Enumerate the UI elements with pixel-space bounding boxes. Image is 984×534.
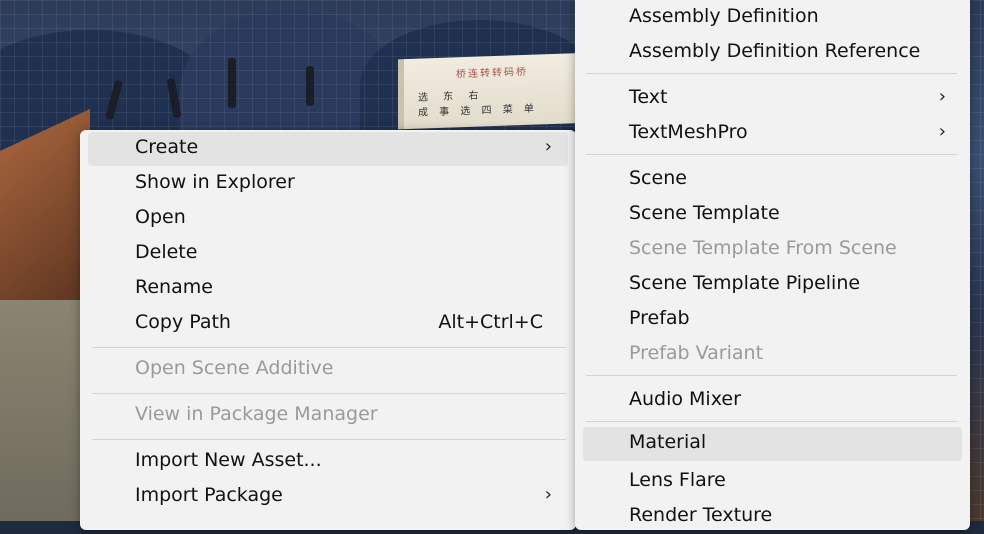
- menu-item-render-texture[interactable]: Render Texture: [583, 500, 962, 534]
- menu-item-view-in-package-manager: View in Package Manager: [88, 399, 568, 433]
- menu-item-assembly-definition-reference[interactable]: Assembly Definition Reference: [583, 36, 962, 70]
- menu-item-label: Material: [629, 431, 707, 453]
- menu-item-label: Assembly Definition Reference: [629, 40, 921, 62]
- menu-item-scene[interactable]: Scene: [583, 163, 962, 197]
- menu-item-label: Rename: [135, 276, 213, 298]
- menu-item-open-scene-additive: Open Scene Additive: [88, 353, 568, 387]
- menu-item-text[interactable]: Text ›: [583, 82, 962, 116]
- menu-item-label: Assembly Definition: [629, 5, 819, 27]
- separator: [92, 393, 566, 394]
- menu-item-prefab-variant: Prefab Variant: [583, 338, 962, 372]
- menu-item-textmeshpro[interactable]: TextMeshPro ›: [583, 117, 962, 151]
- menu-item-label: Copy Path: [135, 311, 231, 333]
- create-submenu: Assembly Definition Assembly Definition …: [575, 0, 970, 530]
- chevron-right-icon: ›: [938, 121, 946, 142]
- menu-item-label: Scene Template From Scene: [629, 237, 897, 259]
- menu-item-material[interactable]: Material: [583, 427, 962, 461]
- menu-item-rename[interactable]: Rename: [88, 272, 568, 306]
- flag: [228, 58, 236, 108]
- separator: [586, 375, 957, 376]
- menu-item-label: Scene: [629, 167, 687, 189]
- menu-item-label: Lens Flare: [629, 469, 726, 491]
- banner-line: 桥连转转码桥: [456, 66, 528, 81]
- menu-item-scene-template-from-scene: Scene Template From Scene: [583, 233, 962, 267]
- menu-item-import-new-asset[interactable]: Import New Asset...: [88, 445, 568, 479]
- menu-item-label: Import Package: [135, 484, 283, 506]
- menu-item-label: Scene Template Pipeline: [629, 272, 861, 294]
- menu-item-create[interactable]: Create ›: [88, 132, 568, 166]
- menu-item-label: Prefab: [629, 307, 690, 329]
- menu-item-label: Show in Explorer: [135, 171, 295, 193]
- separator: [586, 154, 957, 155]
- menu-item-delete[interactable]: Delete: [88, 237, 568, 271]
- shortcut-text: Alt+Ctrl+C: [438, 311, 543, 333]
- menu-item-label: Text: [629, 86, 668, 108]
- menu-item-label: Prefab Variant: [629, 342, 764, 364]
- menu-item-import-package[interactable]: Import Package ›: [88, 480, 568, 514]
- menu-item-show-in-explorer[interactable]: Show in Explorer: [88, 167, 568, 201]
- menu-item-label: View in Package Manager: [135, 403, 378, 425]
- menu-item-label: TextMeshPro: [629, 121, 748, 143]
- banner-line: 成 事 选 四 菜 单: [418, 103, 538, 119]
- menu-item-assembly-definition[interactable]: Assembly Definition: [583, 1, 962, 35]
- menu-item-label: Import New Asset...: [135, 449, 322, 471]
- scroll-banner: 桥连转转码桥 选 东 右 成 事 选 四 菜 单: [398, 52, 592, 130]
- menu-item-label: Open: [135, 206, 186, 228]
- menu-item-label: Open Scene Additive: [135, 357, 334, 379]
- menu-item-lens-flare[interactable]: Lens Flare: [583, 465, 962, 499]
- menu-item-scene-template[interactable]: Scene Template: [583, 198, 962, 232]
- menu-item-audio-mixer[interactable]: Audio Mixer: [583, 384, 962, 418]
- separator: [92, 347, 566, 348]
- menu-item-label: Delete: [135, 241, 198, 263]
- menu-item-label: Scene Template: [629, 202, 780, 224]
- menu-item-scene-template-pipeline[interactable]: Scene Template Pipeline: [583, 268, 962, 302]
- menu-item-label: Audio Mixer: [629, 388, 741, 410]
- menu-item-open[interactable]: Open: [88, 202, 568, 236]
- chevron-right-icon: ›: [938, 86, 946, 107]
- menu-item-label: Render Texture: [629, 504, 773, 526]
- menu-item-prefab[interactable]: Prefab: [583, 303, 962, 337]
- separator: [586, 73, 957, 74]
- separator: [92, 439, 566, 440]
- chevron-right-icon: ›: [544, 484, 552, 505]
- menu-item-copy-path[interactable]: Copy Path Alt+Ctrl+C: [88, 307, 568, 341]
- chevron-right-icon: ›: [544, 136, 552, 157]
- menu-item-label: Create: [135, 136, 199, 158]
- context-menu: Create › Show in Explorer Open Delete Re…: [80, 130, 576, 530]
- flag: [306, 66, 314, 106]
- separator: [586, 421, 957, 422]
